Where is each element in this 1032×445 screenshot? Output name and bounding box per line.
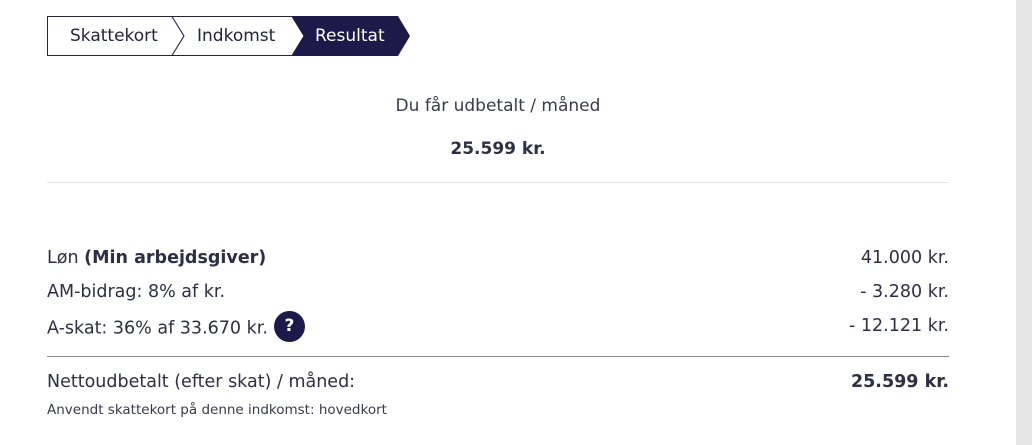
line-item-am-bidrag: AM-bidrag: 8% af kr. - 3.280 kr.	[47, 279, 949, 305]
line-item-salary: Løn (Min arbejdsgiver) 41.000 kr.	[47, 245, 949, 271]
step-label-indkomst[interactable]: Indkomst	[197, 16, 275, 56]
result-panel: Skattekort Indkomst Resultat Du får udbe…	[0, 0, 1016, 445]
line-item-label: A-skat: 36% af 33.670 kr.?	[47, 311, 305, 344]
breadcrumb-stepper: Skattekort Indkomst Resultat	[47, 16, 410, 56]
question-icon[interactable]: ?	[273, 311, 305, 342]
step-label-skattekort[interactable]: Skattekort	[70, 16, 158, 56]
line-item-label: Løn (Min arbejdsgiver)	[47, 245, 266, 271]
net-total-label: Nettoudbetalt (efter skat) / måned:	[47, 372, 356, 392]
summary-divider	[47, 182, 949, 183]
line-item-a-skat: A-skat: 36% af 33.670 kr.? - 12.121 kr.	[47, 311, 949, 342]
step-label-resultat[interactable]: Resultat	[315, 16, 385, 56]
salary-label: Løn	[47, 248, 79, 268]
total-divider	[47, 356, 949, 357]
net-total-row: Nettoudbetalt (efter skat) / måned: 25.5…	[47, 369, 949, 395]
a-skat-label: A-skat: 36% af 33.670 kr.	[47, 318, 268, 339]
employer-name: (Min arbejdsgiver)	[84, 248, 267, 268]
line-item-value: - 3.280 kr.	[860, 282, 949, 302]
line-item-label: AM-bidrag: 8% af kr.	[47, 282, 226, 302]
summary-amount: 25.599 kr.	[450, 139, 546, 159]
summary-title: Du får udbetalt / måned	[395, 96, 601, 116]
line-item-value: - 12.121 kr.	[849, 316, 949, 336]
line-item-value: 41.000 kr.	[860, 248, 949, 268]
net-total-value: 25.599 kr.	[850, 372, 949, 392]
tax-card-note: Anvendt skattekort på denne indkomst: ho…	[47, 402, 387, 418]
